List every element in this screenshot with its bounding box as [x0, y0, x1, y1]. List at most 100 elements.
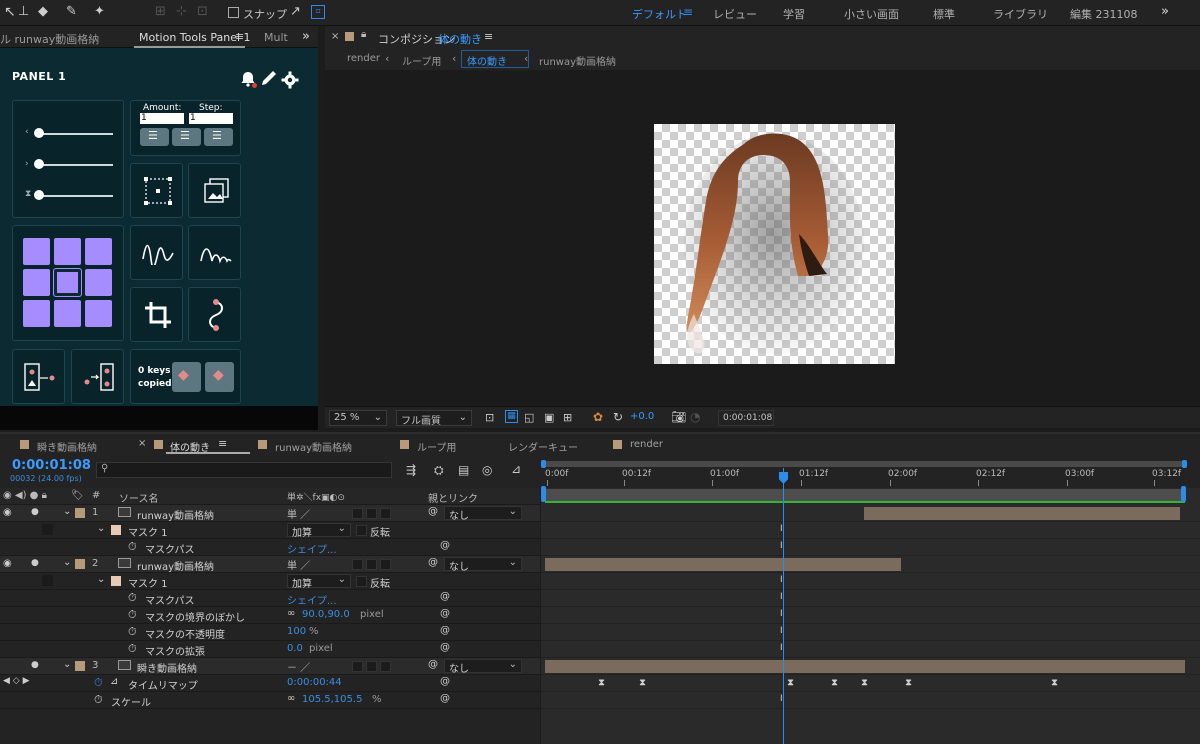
timeline-tab-menu-icon[interactable]: ≡	[218, 437, 227, 450]
amount-input[interactable]: 1	[140, 113, 184, 124]
layer-duration-bar[interactable]	[545, 558, 901, 571]
switch-box[interactable]	[366, 661, 377, 672]
keyframe-icon[interactable]: ⧗	[1051, 679, 1058, 688]
slider-1-handle[interactable]	[34, 128, 44, 138]
invert-checkbox[interactable]	[356, 525, 367, 536]
close-icon[interactable]: ×	[331, 31, 339, 42]
label-color-swatch[interactable]	[75, 661, 85, 671]
stopwatch-icon[interactable]: ⏱	[128, 540, 137, 554]
step-input[interactable]: 1	[189, 113, 233, 124]
anchor-tool-button[interactable]	[130, 163, 183, 218]
keyframe-icon[interactable]: ⧗	[831, 679, 838, 688]
frame-blending-icon[interactable]: ▤	[458, 463, 469, 477]
tab-multi[interactable]: Mult	[264, 31, 288, 44]
breadcrumb-3[interactable]: runway動画格納	[539, 53, 616, 68]
visibility-eye-icon[interactable]: ◉	[3, 507, 12, 518]
fast-preview-icon[interactable]: ⊡	[485, 411, 494, 424]
comp-menu-icon[interactable]: ≡	[484, 30, 493, 43]
switch-box[interactable]	[380, 508, 391, 519]
axis-tool-icon[interactable]: ⊞	[155, 4, 166, 19]
timeline-graph[interactable]: I I I I I I I ⧗ ⧗ ⧗ ⧗ ⧗ ⧗ ⧗ I	[541, 468, 1200, 744]
workspace-3[interactable]: 小さい画面	[844, 6, 899, 22]
expression-pickwhip-icon[interactable]: @	[440, 540, 450, 551]
solo-dot-icon[interactable]: ●	[31, 558, 39, 568]
constrain-link-icon[interactable]: ∞	[287, 693, 295, 704]
twirl-down-icon[interactable]: ⌄	[63, 506, 71, 517]
twirl-down-icon[interactable]: ⌄	[63, 557, 71, 568]
quality-dropdown[interactable]: フル画質 ⌄	[396, 410, 472, 427]
align-left-button[interactable]: ☰	[140, 128, 169, 146]
timeline-row-mask[interactable]: ⌄ マスク 1 加算 ⌄ 反転	[0, 573, 540, 590]
duration-start-handle[interactable]	[541, 486, 546, 502]
mask-visibility-icon[interactable]: ◱	[524, 411, 534, 424]
keyframe-icon[interactable]: ⧗	[787, 679, 794, 688]
keyframe-icon[interactable]: ⧗	[861, 679, 868, 688]
work-area-start-handle[interactable]	[541, 460, 546, 468]
switch-box[interactable]	[352, 661, 363, 672]
switch-box[interactable]	[352, 508, 363, 519]
timeline-row-prop[interactable]: ⏱ マスクの拡張 0.0 pixel @	[0, 641, 540, 658]
eraser-tool-icon[interactable]: ◆	[38, 4, 48, 19]
mask-name[interactable]: マスク 1	[128, 575, 168, 590]
draft-3d-icon[interactable]: ⛭	[434, 463, 444, 478]
workspace-overflow-icon[interactable]: »	[1161, 4, 1169, 19]
mask-mode-dropdown[interactable]: 加算 ⌄	[287, 523, 351, 539]
anchor-point-3[interactable]	[23, 269, 50, 296]
timeline-row-prop[interactable]: ⏱ スケール ∞ 105.5,105.5% @	[0, 692, 540, 709]
breadcrumb-1[interactable]: ループ用	[402, 53, 441, 68]
stopwatch-icon[interactable]: ⏱	[128, 591, 137, 605]
anchor-point-7[interactable]	[54, 300, 81, 327]
keyframe-icon[interactable]: ⧗	[639, 679, 646, 688]
stopwatch-icon[interactable]: ⏱	[128, 608, 137, 622]
tab-overflow-icon[interactable]: »	[302, 29, 310, 44]
align-skew-button[interactable]: ☰	[172, 128, 201, 146]
keyframe-icon[interactable]: ⧗	[905, 679, 912, 688]
layer-duration-bar[interactable]	[864, 507, 1180, 520]
lock-icon[interactable]: 🔒︎	[361, 29, 366, 40]
source-name-header[interactable]: ソース名	[119, 490, 159, 505]
timeline-tab-5[interactable]: render	[630, 439, 663, 450]
view-axis-icon[interactable]: ⊡	[197, 4, 208, 19]
paste-keys-button[interactable]: ◆	[205, 362, 234, 392]
stopwatch-icon[interactable]: ⏱	[94, 693, 103, 707]
workspace-1[interactable]: レビュー	[713, 6, 757, 22]
composition-flowchart-icon[interactable]: ⇶	[406, 463, 416, 477]
zoom-dropdown[interactable]: 25 % ⌄	[329, 410, 387, 426]
workspace-menu-icon[interactable]: ≡	[683, 5, 693, 19]
label-color-swatch[interactable]	[75, 508, 85, 518]
graph-editor-icon[interactable]: ⊿	[511, 462, 521, 476]
visibility-eye-icon[interactable]: ◉	[3, 558, 12, 569]
graph-icon[interactable]: ⊿	[110, 676, 118, 687]
stopwatch-icon[interactable]: ⏱	[128, 642, 137, 656]
timeline-tab-1[interactable]: 体の動き	[170, 439, 210, 454]
timeline-row-prop[interactable]: ⏱ マスクパス シェイプ... @	[0, 590, 540, 607]
solo-dot-icon[interactable]: ●	[31, 507, 39, 517]
wiggle-button[interactable]	[130, 225, 183, 280]
bounce-button[interactable]	[188, 225, 241, 280]
comp-tab-name[interactable]: 体の動き	[438, 31, 482, 47]
timeline-row-prop[interactable]: ⏱ マスクパス シェイプ... @	[0, 539, 540, 556]
switch-box[interactable]	[366, 508, 377, 519]
switch-box[interactable]	[366, 559, 377, 570]
layer-switches[interactable]: 単 ／	[287, 557, 310, 572]
slider-3[interactable]	[37, 195, 113, 197]
selection-tool-icon[interactable]: ↖	[4, 4, 16, 20]
property-value[interactable]: 105.5,105.5	[302, 694, 362, 705]
puppet-pin-icon[interactable]: ✦	[94, 4, 105, 19]
slider-3-handle[interactable]	[34, 190, 44, 200]
layer-switches[interactable]: － ／	[287, 659, 310, 674]
work-area-bar[interactable]	[545, 461, 1185, 467]
tab-project[interactable]: ル runway動画格納	[0, 31, 99, 47]
camera-icon[interactable]: 📷︎	[671, 410, 686, 424]
copy-keys-button[interactable]: ◆	[172, 362, 201, 392]
property-value[interactable]: 100	[287, 626, 306, 637]
expression-pickwhip-icon[interactable]: @	[440, 676, 450, 687]
timeline-row-layer[interactable]: ◉ ● ⌄ 1 runway動画格納 単 ／ @ なし ⌄	[0, 505, 540, 522]
layer-name[interactable]: 瞬き動画格納	[137, 660, 197, 675]
timeline-row-layer[interactable]: ◉ ● ⌄ 2 runway動画格納 単 ／ @ なし ⌄	[0, 556, 540, 573]
timeline-row-mask[interactable]: ⌄ マスク 1 加算 ⌄ 反転	[0, 522, 540, 539]
parent-link-header[interactable]: 親とリンク	[428, 490, 478, 505]
workspace-6[interactable]: 編集 231108	[1070, 6, 1138, 22]
snap-grid-icon[interactable]: ⌗	[311, 5, 325, 19]
timeline-row-prop[interactable]: ⏱ マスクの不透明度 100% @	[0, 624, 540, 641]
